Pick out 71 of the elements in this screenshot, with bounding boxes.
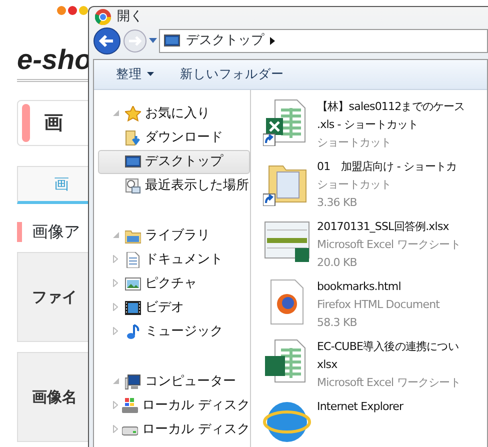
nav-item[interactable]: デスクトップ [98, 150, 250, 174]
window-title: 開く [117, 8, 143, 26]
collapsed-triangle-icon [113, 425, 118, 434]
dropdown-arrow-icon [149, 38, 157, 44]
nav-item[interactable]: ローカル ディスク [98, 394, 250, 418]
download-icon [125, 130, 141, 146]
file-detail: 3.36 KB [317, 194, 358, 210]
collapsed-triangle-icon [113, 327, 118, 336]
accent-bar [22, 104, 30, 142]
recent-icon [125, 178, 141, 194]
collapsed-triangle-icon [113, 303, 118, 312]
address-bar[interactable]: デスクトップ [159, 28, 488, 52]
file-detail: 20.0 KB [317, 254, 358, 270]
file-detail: ショートカット [317, 176, 392, 192]
nav-item[interactable]: 最近表示した場所 [98, 174, 250, 198]
nav-item[interactable]: ダウンロード [98, 126, 250, 150]
nav-item[interactable]: お気に入り [98, 102, 250, 126]
file-detail: Firefox HTML Document [317, 296, 440, 312]
computer-icon [125, 374, 141, 390]
picture-icon [125, 276, 141, 292]
collapsed-triangle-icon [113, 401, 118, 410]
file-name: 20170131_SSL回答例.xlsx [317, 218, 450, 235]
file-detail: Microsoft Excel ワークシート [317, 374, 460, 390]
file-name: Internet Explorer [317, 398, 404, 414]
file-name: bookmarks.html [317, 278, 402, 294]
collapsed-triangle-icon [113, 279, 118, 288]
file-detail: 58.3 KB [317, 314, 358, 330]
file-detail: ショートカット [317, 134, 392, 150]
file-name: EC-CUBE導入後の連携につい [317, 338, 460, 354]
monitor-icon [164, 34, 180, 48]
star-icon [125, 106, 141, 122]
file-item[interactable]: Internet Explorer [263, 398, 487, 446]
page-heading: 画 [44, 110, 63, 136]
music-icon [125, 324, 141, 340]
caret-icon [147, 72, 154, 76]
nav-item[interactable]: コンピューター [98, 370, 250, 394]
logo-dot-icon [79, 6, 88, 15]
document-icon [125, 252, 141, 268]
collapsed-triangle-icon [113, 255, 118, 264]
desktop-icon [125, 154, 141, 170]
nav-item[interactable]: ローカル ディスク [98, 418, 250, 442]
address-segment[interactable]: デスクトップ [186, 30, 264, 50]
file-item[interactable]: 【林】sales0112までのケース .xls - ショートカット ショートカット [263, 98, 487, 152]
site-logo: e-sho [17, 45, 93, 75]
nav-item[interactable]: ライブラリ [98, 224, 250, 248]
file-item[interactable]: 20170131_SSL回答例.xlsx Microsoft Excel ワークシート 20.0 KB [263, 218, 487, 272]
file-detail: Microsoft Excel ワークシート [317, 236, 460, 252]
file-item[interactable]: EC-CUBE導入後の連携につい xlsx Microsoft Excel ワークシート [263, 338, 487, 392]
video-icon [125, 300, 141, 316]
toolbar-button[interactable]: 整理 [116, 64, 154, 84]
file-name: 01 加盟店向け - ショートカ [317, 158, 457, 174]
nav-item[interactable]: ピクチャ [98, 272, 250, 296]
nav-item[interactable]: ドキュメント [98, 248, 250, 272]
system-drive-icon [122, 398, 138, 414]
file-item[interactable]: bookmarks.html Firefox HTML Document 58.3 KB [263, 278, 487, 332]
chevron-right-icon [270, 36, 275, 44]
toolbar-button[interactable]: 新しいフォルダー [180, 64, 284, 84]
expanded-triangle-icon [113, 232, 119, 238]
file-name: .xls - ショートカット [317, 116, 420, 132]
library-icon [125, 228, 141, 244]
nav-item[interactable]: ビデオ [98, 296, 250, 320]
logo-dot-icon [57, 6, 66, 15]
app-icon [95, 8, 111, 25]
expanded-triangle-icon [113, 378, 119, 384]
expanded-triangle-icon [113, 110, 119, 116]
back-button[interactable] [93, 26, 121, 54]
file-name: xlsx [317, 356, 338, 372]
logo-dot-icon [68, 6, 77, 15]
file-name: 【林】sales0112までのケース [317, 98, 465, 114]
file-item[interactable]: 01 加盟店向け - ショートカ ショートカット 3.36 KB [263, 158, 487, 212]
nav-item[interactable]: ミュージック [98, 320, 250, 344]
